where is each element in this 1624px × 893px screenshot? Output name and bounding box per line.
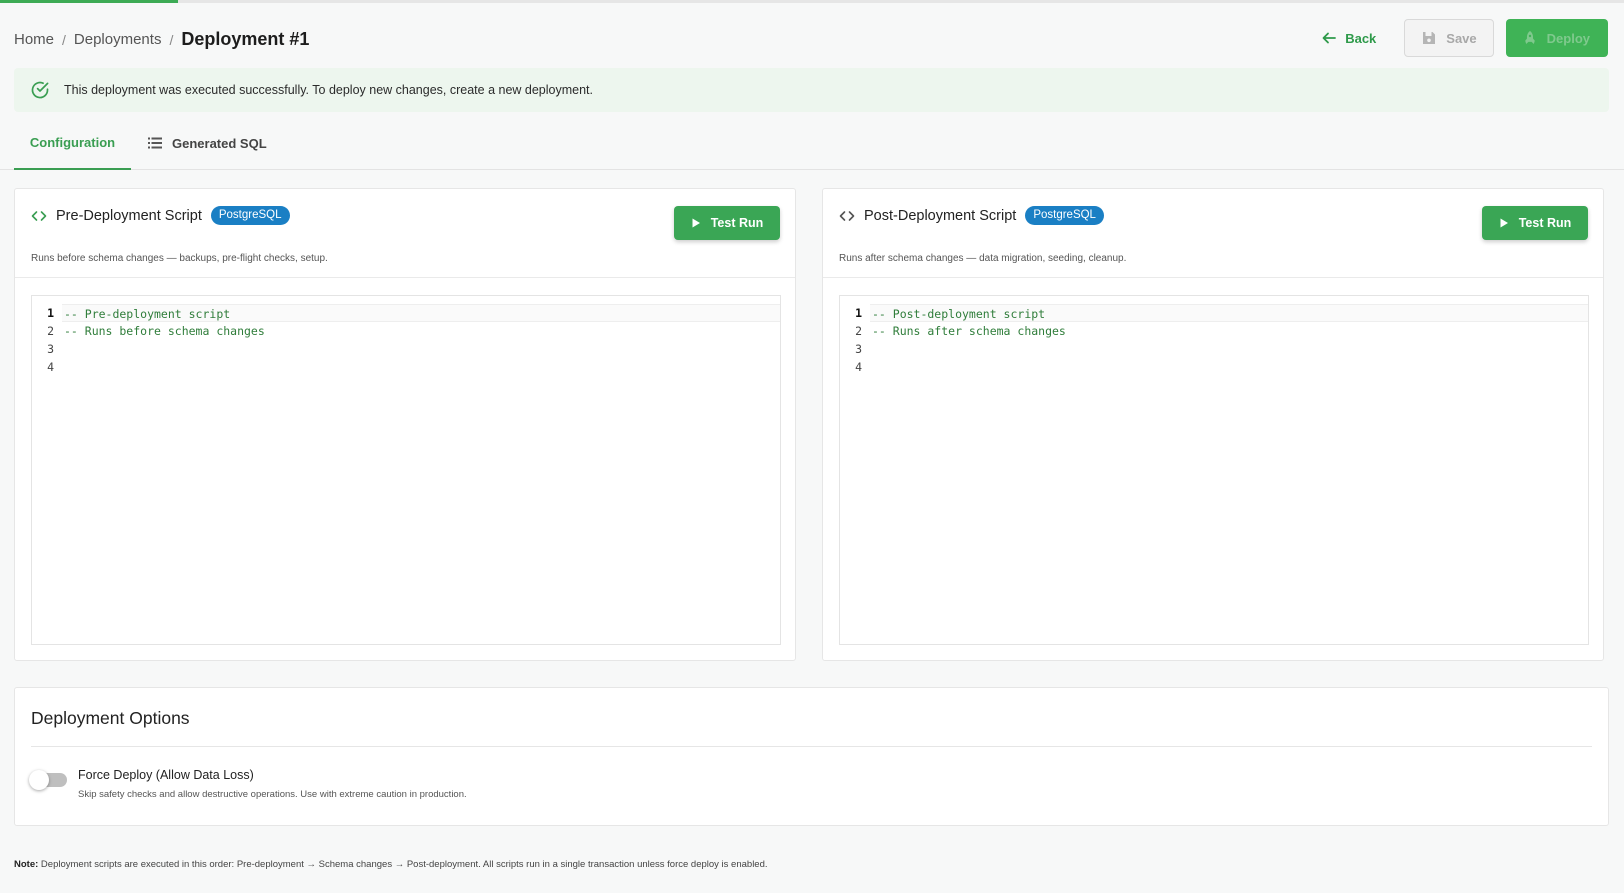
- line-number: 1: [855, 306, 862, 320]
- test-run-label: Test Run: [710, 216, 764, 230]
- line-number: 2: [855, 324, 862, 338]
- force-deploy-description: Skip safety checks and allow destructive…: [78, 789, 467, 800]
- force-deploy-toggle[interactable]: [29, 770, 67, 790]
- tab-generated-sql[interactable]: Generated SQL: [148, 116, 267, 170]
- line-number: 1: [47, 306, 54, 320]
- header-actions: Back Save Deploy: [1305, 19, 1608, 57]
- divider: [823, 277, 1603, 278]
- line-number: 4: [47, 360, 54, 374]
- test-run-button[interactable]: Test Run: [1482, 206, 1588, 240]
- breadcrumb-deployments[interactable]: Deployments: [74, 31, 162, 48]
- force-deploy-label: Force Deploy (Allow Data Loss): [78, 768, 254, 782]
- divider: [31, 746, 1592, 747]
- line-number: 4: [855, 360, 862, 374]
- card-description: Runs after schema changes — data migrati…: [839, 253, 1127, 264]
- save-button[interactable]: Save: [1404, 19, 1494, 57]
- footer-note: Note: Deployment scripts are executed in…: [14, 859, 768, 870]
- line-number: 3: [855, 342, 862, 356]
- post-deployment-card: Post-Deployment Script PostgreSQL Test R…: [822, 188, 1604, 661]
- divider: [15, 277, 795, 278]
- line-number: 3: [47, 342, 54, 356]
- play-icon: [1500, 218, 1508, 228]
- breadcrumb-separator: /: [62, 31, 66, 48]
- card-title: Pre-Deployment Script: [56, 207, 202, 224]
- line-number: 2: [47, 324, 54, 338]
- code-editor[interactable]: 1 -- Post-deployment script 2 -- Runs af…: [839, 295, 1589, 645]
- note-text: Deployment scripts are executed in this …: [38, 859, 768, 870]
- success-alert: This deployment was executed successfull…: [14, 68, 1609, 112]
- postgresql-badge: PostgreSQL: [210, 206, 290, 225]
- code-line: 4: [32, 358, 780, 376]
- code-line: 1 -- Pre-deployment script: [32, 304, 780, 322]
- page-title: Deployment #1: [181, 29, 310, 49]
- breadcrumb-separator: /: [169, 31, 174, 48]
- code-text: -- Runs after schema changes: [872, 324, 1066, 338]
- note-label: Note:: [14, 859, 39, 870]
- tab-bar: Configuration Generated SQL: [0, 116, 1624, 170]
- options-title: Deployment Options: [31, 708, 190, 728]
- back-label: Back: [1345, 30, 1377, 46]
- check-circle-icon: [31, 81, 49, 99]
- card-description: Runs before schema changes — backups, pr…: [31, 253, 328, 264]
- code-line: 3: [32, 340, 780, 358]
- play-icon: [692, 218, 700, 228]
- code-icon: [839, 210, 855, 221]
- code-icon: [31, 210, 47, 221]
- save-label: Save: [1446, 30, 1477, 46]
- code-editor[interactable]: 1 -- Pre-deployment script 2 -- Runs bef…: [31, 295, 781, 645]
- floppy-disk-icon: [1423, 32, 1436, 44]
- deploy-label: Deploy: [1546, 30, 1590, 46]
- code-line: 3: [840, 340, 1588, 358]
- deployment-options-card: Deployment Options Force Deploy (Allow D…: [14, 687, 1609, 826]
- page-header: Home / Deployments / Deployment #1 Back …: [0, 3, 1624, 71]
- test-run-button[interactable]: Test Run: [674, 206, 780, 240]
- card-header: Pre-Deployment Script PostgreSQL: [31, 206, 290, 225]
- tab-configuration-label: Configuration: [29, 134, 116, 150]
- code-line: 2 -- Runs before schema changes: [32, 322, 780, 340]
- deploy-button[interactable]: Deploy: [1505, 19, 1608, 57]
- tab-generated-sql-label: Generated SQL: [172, 135, 267, 151]
- toggle-knob: [29, 770, 49, 790]
- breadcrumb: Home / Deployments / Deployment #1: [14, 29, 309, 50]
- alert-message: This deployment was executed successfull…: [64, 83, 593, 97]
- code-line: 1 -- Post-deployment script: [840, 304, 1588, 322]
- code-line: 4: [840, 358, 1588, 376]
- code-text: -- Post-deployment script: [870, 304, 1588, 322]
- test-run-label: Test Run: [1518, 216, 1572, 230]
- tab-configuration[interactable]: Configuration: [14, 116, 131, 170]
- code-text: -- Pre-deployment script: [62, 304, 780, 322]
- card-title: Post-Deployment Script: [864, 207, 1017, 224]
- arrow-left-icon: [1322, 32, 1337, 44]
- pre-deployment-card: Pre-Deployment Script PostgreSQL Test Ru…: [14, 188, 796, 661]
- code-text: -- Runs before schema changes: [64, 324, 265, 338]
- rocket-icon: [1524, 31, 1535, 44]
- breadcrumb-home[interactable]: Home: [14, 31, 54, 48]
- list-icon: [148, 137, 162, 149]
- code-line: 2 -- Runs after schema changes: [840, 322, 1588, 340]
- card-header: Post-Deployment Script PostgreSQL: [839, 206, 1104, 225]
- postgresql-badge: PostgreSQL: [1025, 206, 1104, 225]
- back-button[interactable]: Back: [1305, 19, 1392, 57]
